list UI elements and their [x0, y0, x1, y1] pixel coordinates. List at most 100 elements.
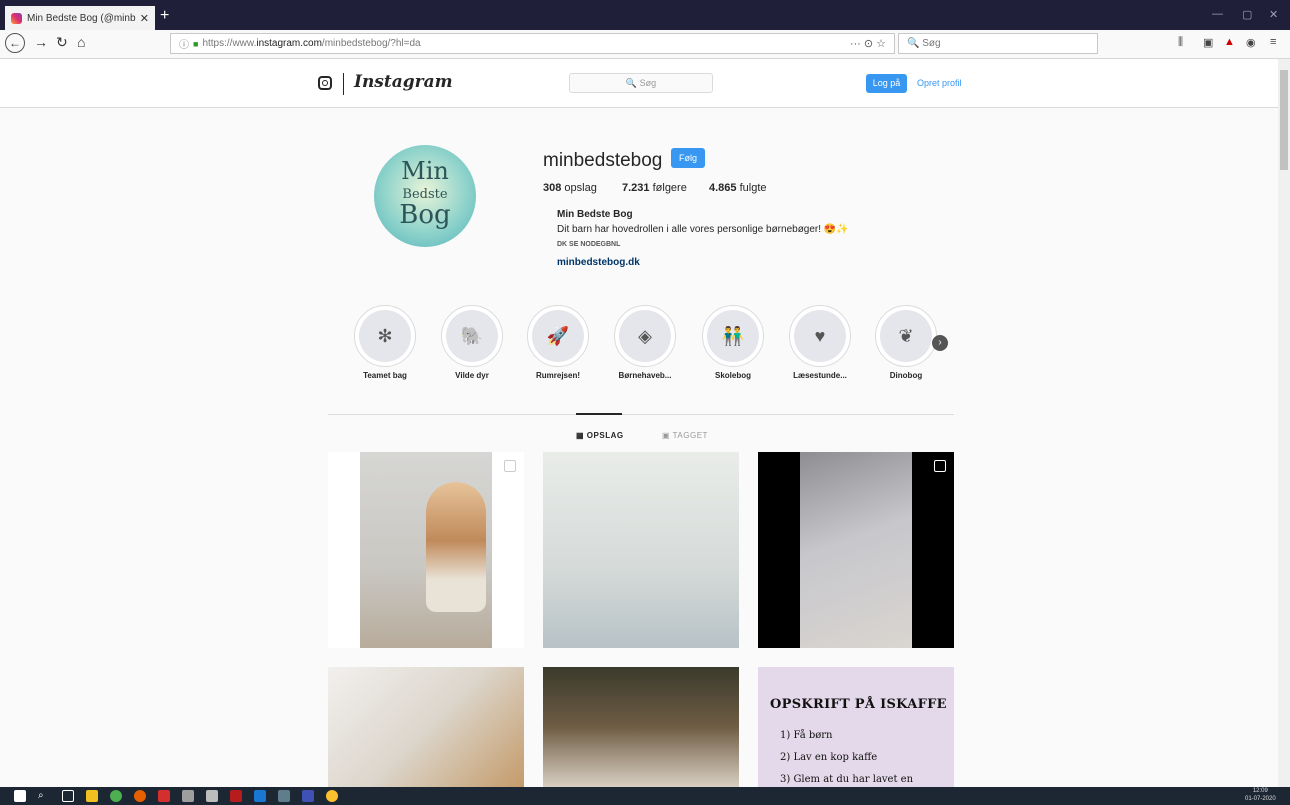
post-thumbnail[interactable] [543, 667, 739, 787]
close-window-icon[interactable]: ✕ [1269, 8, 1278, 21]
post-thumbnail[interactable] [328, 667, 524, 787]
post-thumbnail[interactable] [758, 452, 954, 648]
recipe-item: 1) Få børn [780, 730, 833, 741]
followers-count-value: 7.231 [622, 182, 650, 194]
tab-posts-label: OPSLAG [586, 431, 624, 440]
minimize-icon[interactable]: — [1212, 8, 1223, 20]
follow-button[interactable]: Følg [671, 148, 705, 168]
following-count[interactable]: 4.865 fulgte [709, 182, 767, 194]
url-domain: instagram.com [256, 38, 322, 49]
highlight-label: Rumrejsen! [535, 371, 580, 380]
clock-time: 12:09 [1252, 788, 1268, 794]
maximize-icon[interactable]: ▢ [1242, 8, 1252, 21]
chrome-canary-icon[interactable] [326, 790, 338, 802]
word-icon[interactable] [254, 790, 266, 802]
app-icon[interactable] [182, 790, 194, 802]
browser-search-field[interactable]: 🔍 Søg [898, 33, 1098, 54]
acrobat-icon[interactable] [230, 790, 242, 802]
scrollbar-thumb[interactable] [1280, 70, 1288, 170]
recipe-item: 2) Lav en kop kaffe [780, 752, 878, 763]
close-tab-icon[interactable]: ✕ [140, 12, 149, 25]
avatar-text-bog: Bog [399, 200, 451, 230]
highlight-dinobog[interactable]: ❦ [875, 305, 937, 367]
clock-date: 01-07-2020 [1245, 796, 1276, 802]
tab-tagged[interactable]: ▣ TAGGET [662, 431, 708, 440]
posts-count: 308 opslag [543, 182, 597, 194]
profile-category: DK SE NODEGBNL [557, 241, 621, 248]
asterisk-icon: ✻ [359, 310, 411, 362]
post-thumbnail[interactable] [543, 452, 739, 648]
multiple-photos-icon [504, 460, 516, 472]
highlight-laesestunde[interactable]: ♥ [789, 305, 851, 367]
instagram-search-placeholder: Søg [639, 78, 657, 88]
taskbar-clock[interactable]: 12:09 01-07-2020 [1245, 787, 1276, 803]
following-count-value: 4.865 [709, 182, 737, 194]
pdf-icon[interactable]: ▲ [1224, 36, 1235, 48]
highlight-teamet-bag[interactable]: ✻ [354, 305, 416, 367]
tab-title: Min Bedste Bog (@minbedsteb [27, 12, 136, 24]
outlook-icon[interactable] [302, 790, 314, 802]
profile-full-name: Min Bedste Bog [557, 209, 633, 220]
instagram-wordmark[interactable]: Instagram [354, 72, 453, 92]
task-view-icon[interactable] [62, 790, 74, 802]
menu-icon[interactable]: ≡ [1270, 36, 1276, 48]
post-photo [360, 452, 492, 648]
rocket-icon: 🚀 [532, 310, 584, 362]
recipe-title: OPSKRIFT PÅ ISKAFFE [770, 697, 947, 712]
extension-icon[interactable]: ◉ [1246, 36, 1256, 49]
children-icon: 👬 [707, 310, 759, 362]
instagram-camera-icon[interactable] [318, 76, 332, 90]
signup-link[interactable]: Opret profil [917, 78, 962, 88]
calculator-icon[interactable] [206, 790, 218, 802]
highlight-skolebog[interactable]: 👬 [702, 305, 764, 367]
reload-button[interactable]: ↻ [56, 34, 68, 51]
firefox-icon[interactable] [134, 790, 146, 802]
profile-website-link[interactable]: minbedstebog.dk [557, 257, 640, 268]
browser-search-placeholder: Søg [922, 38, 941, 49]
library-icon[interactable]: ⫼ [1178, 36, 1183, 49]
windows-start-icon[interactable] [14, 790, 26, 802]
sidebar-icon[interactable]: ▣ [1203, 36, 1213, 49]
browser-tab[interactable]: Min Bedste Bog (@minbedsteb ✕ [5, 6, 155, 30]
file-explorer-icon[interactable] [86, 790, 98, 802]
posts-count-value: 308 [543, 182, 562, 194]
highlights-next-icon[interactable]: › [932, 335, 948, 351]
address-bar[interactable]: ⓘ ■ https://www. instagram.com/minbedsteb… [170, 33, 895, 54]
highlight-vilde-dyr[interactable]: 🐘 [441, 305, 503, 367]
avatar[interactable]: Min Bedste Bog [374, 145, 476, 247]
url-scheme: https://www. [202, 38, 257, 49]
forward-button[interactable]: → [34, 34, 48, 50]
highlight-label: Skolebog [714, 371, 751, 380]
search-icon[interactable]: ⌕ [38, 790, 50, 802]
tagged-icon: ▣ [662, 431, 671, 440]
tab-posts[interactable]: ▦ OPSLAG [576, 431, 624, 440]
instagram-favicon-icon [11, 12, 22, 24]
network-app-icon[interactable] [278, 790, 290, 802]
chrome-icon[interactable] [110, 790, 122, 802]
browser-tab-bar: Min Bedste Bog (@minbedsteb ✕ + — ▢ ✕ [0, 0, 1290, 30]
child-figure [426, 482, 486, 612]
instagram-header: Instagram 🔍 Søg Log på Opret profil [0, 59, 1278, 108]
highlight-label: Vilde dyr [455, 371, 489, 380]
post-thumbnail-recipe[interactable]: OPSKRIFT PÅ ISKAFFE 1) Få børn 2) Lav en… [758, 667, 954, 787]
new-tab-button[interactable]: + [160, 7, 169, 25]
page-actions-icon[interactable]: ··· ⊙ ☆ [850, 37, 886, 50]
highlight-label: Teamet bag [363, 371, 407, 380]
highlight-rumrejsen[interactable]: 🚀 [527, 305, 589, 367]
post-video-frame [800, 452, 912, 648]
highlight-bornehave[interactable]: ◈ [614, 305, 676, 367]
header-divider [343, 73, 344, 95]
followers-count[interactable]: 7.231 følgere [622, 182, 687, 194]
leaf-icon: ❦ [880, 310, 932, 362]
home-button[interactable]: ⌂ [77, 34, 85, 50]
profile-username: minbedstebog [543, 150, 663, 171]
url-path: /minbedstebog/?hl=da [321, 38, 421, 49]
post-thumbnail[interactable] [328, 452, 524, 648]
highlight-label: Dinobog [889, 371, 923, 380]
info-icon[interactable]: ⓘ [179, 36, 189, 51]
app-epo-icon[interactable] [158, 790, 170, 802]
recipe-item: 3) Glem at du har lavet en [780, 774, 914, 785]
login-button[interactable]: Log på [866, 74, 907, 93]
back-button[interactable]: ← [5, 33, 25, 53]
instagram-search-input[interactable]: 🔍 Søg [569, 73, 713, 93]
